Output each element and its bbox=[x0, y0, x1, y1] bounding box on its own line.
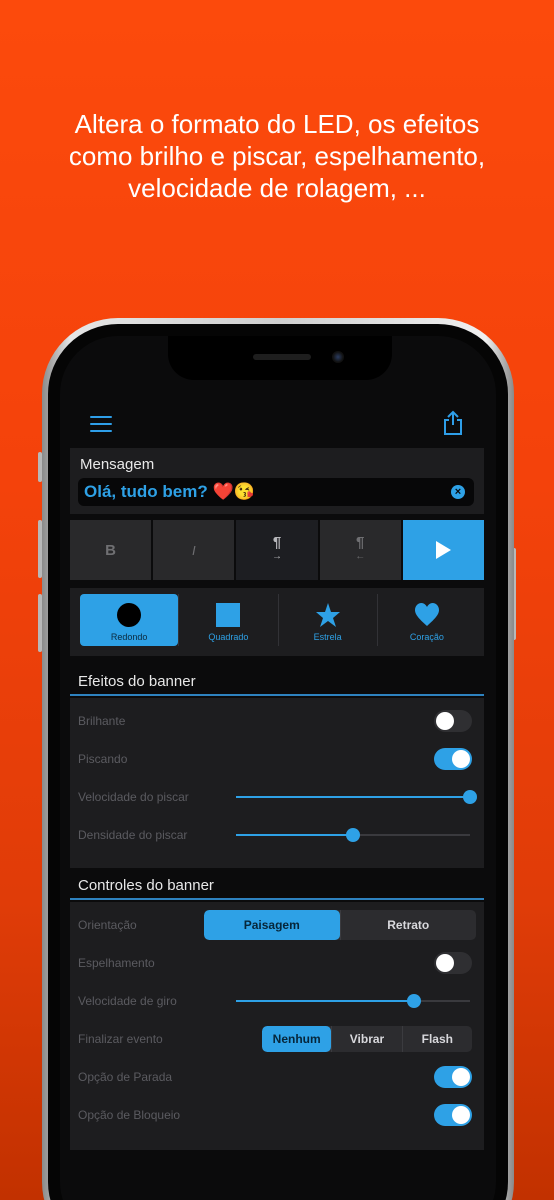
headline-line-2: como brilho e piscar, espelhamento, bbox=[68, 141, 486, 171]
format-toolbar: B I ¶ → ¶ ← bbox=[70, 520, 485, 580]
bold-button[interactable]: B bbox=[70, 520, 152, 580]
headline-line-1: Altera o formato do LED, os efeitos bbox=[74, 109, 480, 139]
row-brilhante: Brilhante bbox=[70, 702, 484, 740]
front-camera bbox=[332, 351, 344, 363]
densidade-piscar-slider[interactable] bbox=[236, 828, 470, 842]
italic-label: I bbox=[191, 542, 196, 558]
shape-selector: Redondo Quadrado Estrela Coração bbox=[80, 594, 476, 646]
velocidade-piscar-label: Velocidade do piscar bbox=[78, 790, 189, 804]
shape-square-label: Quadrado bbox=[208, 632, 249, 642]
bold-label: B bbox=[105, 541, 117, 559]
app-container: Mensagem Olá, tudo bem? ❤️😘 × B I ¶ → ¶ … bbox=[70, 396, 485, 1200]
phone-frame: Mensagem Olá, tudo bem? ❤️😘 × B I ¶ → ¶ … bbox=[42, 318, 514, 1200]
speaker-grille bbox=[253, 354, 311, 360]
brilhante-toggle[interactable] bbox=[434, 710, 472, 732]
piscando-label: Piscando bbox=[78, 752, 128, 766]
finalizar-evento-segmented: Nenhum Vibrar Flash bbox=[262, 1026, 472, 1052]
star-icon bbox=[315, 603, 340, 627]
piscando-toggle[interactable] bbox=[434, 748, 472, 770]
play-button[interactable] bbox=[402, 520, 485, 580]
row-orientacao: Orientação Paisagem Retrato bbox=[70, 906, 484, 944]
arrow-right-icon: → bbox=[272, 551, 282, 562]
orientacao-option-retrato[interactable]: Retrato bbox=[339, 910, 477, 940]
row-finalizar-evento: Finalizar evento Nenhum Vibrar Flash bbox=[70, 1020, 484, 1058]
velocidade-piscar-slider[interactable] bbox=[236, 790, 477, 804]
finalizar-evento-label: Finalizar evento bbox=[78, 1032, 163, 1046]
row-velocidade-giro: Velocidade de giro bbox=[70, 982, 484, 1020]
shape-star-button[interactable]: Estrela bbox=[277, 594, 377, 646]
orientacao-option-paisagem[interactable]: Paisagem bbox=[204, 910, 340, 940]
shape-round-label: Redondo bbox=[110, 632, 148, 642]
row-opcao-bloqueio: Opção de Bloqueio bbox=[70, 1096, 484, 1134]
message-input[interactable]: Olá, tudo bem? ❤️😘 × bbox=[78, 478, 474, 506]
shape-star-label: Estrela bbox=[313, 632, 342, 642]
orientacao-segmented: Paisagem Retrato bbox=[204, 910, 476, 940]
circle-icon bbox=[117, 603, 142, 627]
opcao-parada-label: Opção de Parada bbox=[78, 1070, 173, 1084]
shape-heart-label: Coração bbox=[409, 632, 444, 642]
controls-section-title: Controles do banner bbox=[70, 872, 484, 900]
headline: Altera o formato do LED, os efeitos como… bbox=[0, 108, 554, 204]
phone-screen: Mensagem Olá, tudo bem? ❤️😘 × B I ¶ → ¶ … bbox=[60, 336, 496, 1200]
square-icon bbox=[216, 603, 241, 627]
opcao-bloqueio-label: Opção de Bloqueio bbox=[78, 1108, 181, 1122]
text-direction-ltr-button[interactable]: ¶ → bbox=[236, 520, 318, 580]
controls-section: Orientação Paisagem Retrato Espelhamento… bbox=[70, 902, 484, 1150]
finalizar-option-vibrar[interactable]: Vibrar bbox=[331, 1026, 401, 1052]
arrow-left-icon: ← bbox=[355, 551, 366, 562]
message-value: Olá, tudo bem? ❤️😘 bbox=[84, 482, 255, 501]
row-espelhamento: Espelhamento bbox=[70, 944, 484, 982]
orientacao-label: Orientação bbox=[78, 918, 137, 932]
opcao-parada-toggle[interactable] bbox=[434, 1066, 472, 1088]
opcao-bloqueio-toggle[interactable] bbox=[434, 1104, 472, 1126]
heart-icon bbox=[414, 603, 439, 626]
shape-panel: Redondo Quadrado Estrela Coração bbox=[70, 588, 484, 656]
hamburger-icon[interactable] bbox=[90, 416, 112, 432]
top-bar bbox=[70, 396, 484, 448]
play-icon bbox=[436, 541, 452, 559]
row-piscando: Piscando bbox=[70, 740, 484, 778]
italic-button[interactable]: I bbox=[153, 520, 235, 580]
row-densidade-piscar: Densidade do piscar bbox=[70, 816, 484, 854]
espelhamento-toggle[interactable] bbox=[434, 952, 472, 974]
text-direction-rtl-button[interactable]: ¶ ← bbox=[319, 520, 401, 580]
row-velocidade-piscar: Velocidade do piscar bbox=[70, 778, 484, 816]
shape-square-button[interactable]: Quadrado bbox=[178, 594, 277, 646]
message-panel: Mensagem Olá, tudo bem? ❤️😘 × bbox=[70, 448, 484, 514]
headline-line-3: velocidade de rolagem, ... bbox=[128, 173, 426, 203]
phone-bezel: Mensagem Olá, tudo bem? ❤️😘 × B I ¶ → ¶ … bbox=[48, 324, 508, 1200]
row-opcao-parada: Opção de Parada bbox=[70, 1058, 484, 1096]
finalizar-option-flash[interactable]: Flash bbox=[401, 1026, 472, 1052]
share-icon[interactable] bbox=[442, 410, 464, 436]
message-label: Mensagem bbox=[80, 456, 155, 473]
pilcrow-rtl-label: ¶ bbox=[356, 534, 365, 551]
densidade-piscar-label: Densidade do piscar bbox=[78, 828, 188, 842]
finalizar-option-nenhum[interactable]: Nenhum bbox=[262, 1026, 332, 1052]
pilcrow-ltr-label: ¶ bbox=[272, 534, 282, 551]
clear-icon[interactable]: × bbox=[451, 485, 465, 499]
shape-heart-button[interactable]: Coração bbox=[376, 594, 476, 646]
effects-section-title: Efeitos do banner bbox=[70, 668, 484, 696]
velocidade-giro-slider[interactable] bbox=[236, 994, 470, 1008]
espelhamento-label: Espelhamento bbox=[78, 956, 155, 970]
shape-round-button[interactable]: Redondo bbox=[80, 594, 179, 646]
brilhante-label: Brilhante bbox=[78, 714, 126, 728]
effects-section: Brilhante Piscando Velocidade do piscar bbox=[70, 698, 484, 868]
velocidade-giro-label: Velocidade de giro bbox=[78, 994, 177, 1008]
